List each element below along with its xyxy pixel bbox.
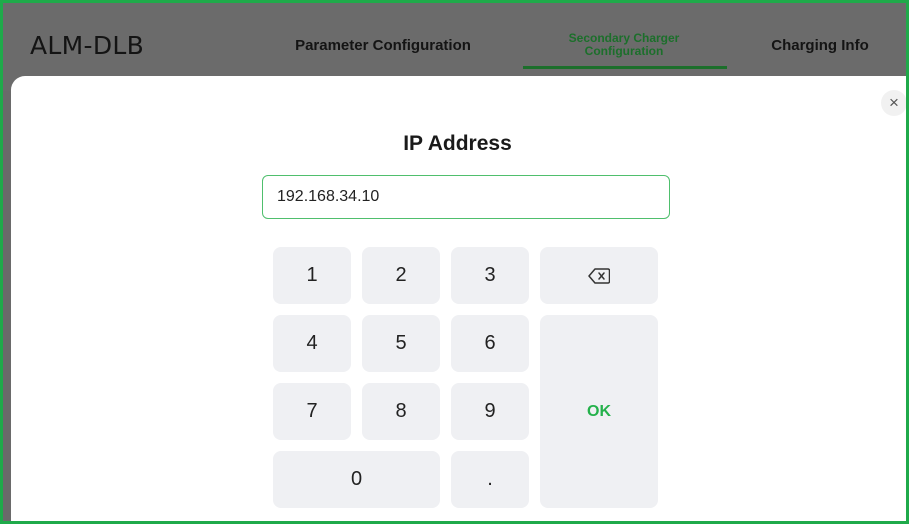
backspace-icon bbox=[588, 267, 610, 284]
key-6[interactable]: 6 bbox=[451, 315, 529, 372]
dialog-title: IP Address bbox=[403, 132, 512, 155]
tab-parameter-configuration[interactable]: Parameter Configuration bbox=[273, 23, 493, 67]
ip-address-input[interactable] bbox=[262, 175, 670, 219]
app-frame: ALM-DLB Parameter Configuration Secondar… bbox=[0, 0, 909, 524]
tab-secondary-charger-configuration[interactable]: Secondary Charger Configuration bbox=[521, 23, 727, 69]
key-8[interactable]: 8 bbox=[362, 383, 440, 440]
key-7[interactable]: 7 bbox=[273, 383, 351, 440]
tab-label: Parameter Configuration bbox=[295, 36, 471, 54]
key-9[interactable]: 9 bbox=[451, 383, 529, 440]
key-3[interactable]: 3 bbox=[451, 247, 529, 304]
tab-label: Charging Info bbox=[771, 36, 869, 54]
close-icon[interactable]: × bbox=[881, 90, 906, 116]
backspace-button[interactable] bbox=[540, 247, 658, 304]
tab-charging-info[interactable]: Charging Info bbox=[745, 23, 895, 67]
key-decimal-point[interactable]: . bbox=[451, 451, 529, 508]
active-tab-indicator bbox=[523, 66, 727, 69]
key-0[interactable]: 0 bbox=[273, 451, 440, 508]
key-4[interactable]: 4 bbox=[273, 315, 351, 372]
key-1[interactable]: 1 bbox=[273, 247, 351, 304]
tab-label: Secondary Charger Configuration bbox=[568, 31, 680, 58]
ip-address-dialog: × IP Address 1 2 3 4 5 6 OK 7 8 9 0 . bbox=[11, 76, 906, 521]
ok-button[interactable]: OK bbox=[540, 315, 658, 508]
key-2[interactable]: 2 bbox=[362, 247, 440, 304]
key-5[interactable]: 5 bbox=[362, 315, 440, 372]
app-title: ALM-DLB bbox=[30, 31, 145, 60]
